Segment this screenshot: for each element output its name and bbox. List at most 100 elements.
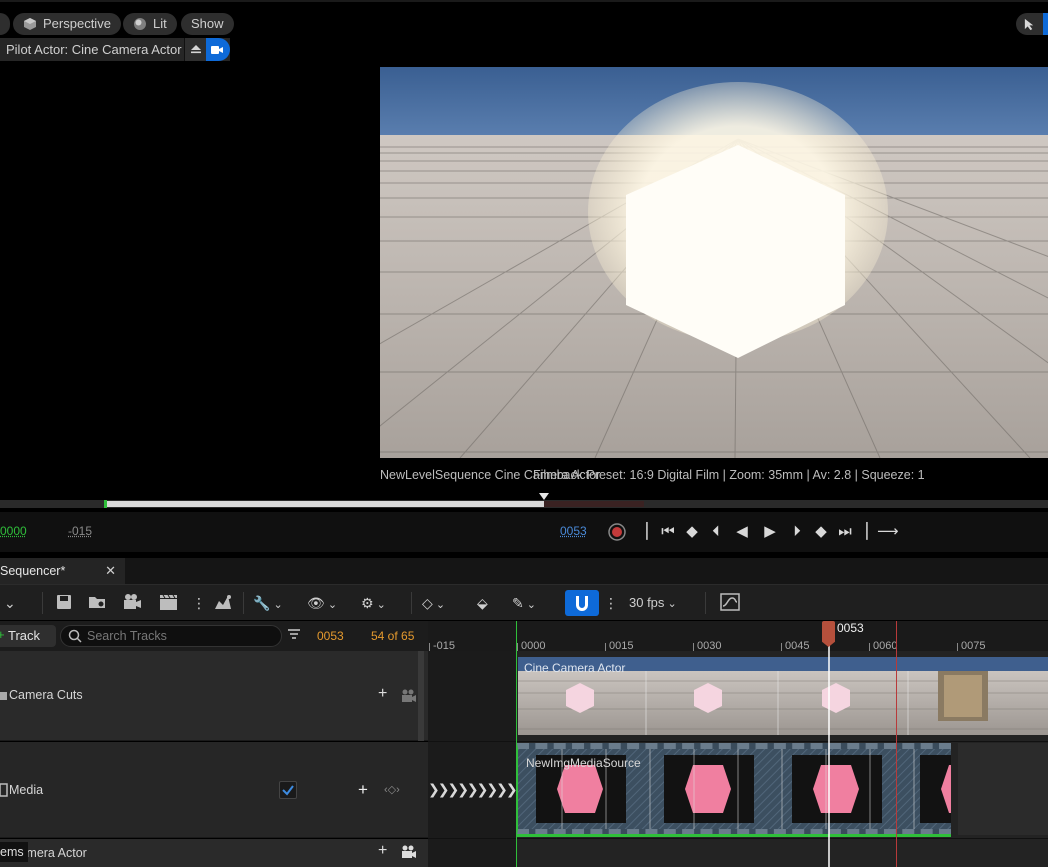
current-frame-readout[interactable]: 0053: [317, 629, 344, 643]
ruler-tick: [605, 643, 606, 651]
create-camera-button[interactable]: [122, 593, 142, 613]
step-back-icon: ⏴: [712, 523, 720, 540]
camera-cut-section-label: Cine Camera Actor: [524, 661, 626, 675]
next-key-icon: ⏭: [838, 523, 852, 540]
track-panel-scrollbar[interactable]: [418, 651, 424, 741]
sequencer-tab-strip: Sequencer* ✕: [0, 558, 1048, 584]
playback-options-button[interactable]: ⚙ ⌄: [361, 593, 386, 613]
add-track-label: Track: [8, 628, 41, 643]
show-button[interactable]: Show: [181, 13, 234, 35]
step-back-button[interactable]: ⏴: [706, 522, 726, 542]
eject-pilot-button[interactable]: [184, 38, 206, 61]
snapping-toggle[interactable]: [565, 590, 599, 616]
pre-roll-region: [428, 651, 516, 867]
add-track-button[interactable]: + Track: [0, 625, 56, 647]
actions-menu-button[interactable]: 🔧 ⌄: [253, 593, 283, 613]
camera-cuts-icon: [0, 692, 7, 700]
timeline-scrub-bar[interactable]: [0, 493, 1048, 508]
post-section-region: [958, 743, 1048, 835]
tab-sequencer[interactable]: Sequencer* ✕: [0, 558, 125, 584]
playhead-handle[interactable]: [822, 621, 835, 647]
ruler-tick: [693, 643, 694, 651]
edit-mode-button[interactable]: ✎ ⌄: [512, 593, 536, 613]
step-forward-icon: ⏵: [793, 523, 801, 540]
auto-key-button[interactable]: ⬙: [477, 593, 488, 613]
lit-button[interactable]: Lit: [123, 13, 177, 35]
pilot-actor-label: Pilot Actor: Cine Camera Actor: [6, 42, 182, 57]
loop-button[interactable]: ⟶: [877, 522, 899, 542]
items-label: ems: [0, 845, 24, 859]
loop-icon: ⟶: [877, 523, 899, 540]
track-row-camera-cuts[interactable]: Camera Cuts +: [0, 651, 428, 741]
camera-icon[interactable]: [401, 845, 417, 859]
lit-label: Lit: [153, 16, 167, 31]
camera-viewport[interactable]: [380, 67, 1048, 458]
toolbar-separator: [42, 592, 43, 614]
media-enable-checkbox[interactable]: [279, 781, 297, 799]
record-button[interactable]: [607, 522, 627, 542]
previous-keyframe-button[interactable]: ◆: [682, 522, 702, 542]
viewport-menu-button[interactable]: [0, 13, 10, 35]
toolbar-menu-chevron-icon[interactable]: ⌄: [4, 593, 16, 613]
curve-editor-button[interactable]: [720, 593, 740, 613]
frame-rate-dropdown[interactable]: 30 fps ⌄: [629, 593, 677, 613]
track-search-box: [60, 625, 282, 647]
key-auto-icon: ⬙: [477, 595, 488, 611]
scrub-handle-icon[interactable]: [539, 493, 549, 501]
timeline-area[interactable]: Cine Camera Actor ❯❯❯❯❯❯❯❯❯❯ NewImgMedia…: [428, 651, 1048, 867]
filmback-info-overlay: Filmback Preset: 16:9 Digital Film | Zoo…: [533, 468, 925, 482]
frame-rate-label: 30 fps: [629, 595, 665, 610]
media-section-label: NewImgMediaSource: [526, 756, 641, 770]
previous-key-button[interactable]: ⏮: [658, 522, 678, 542]
jump-start-icon: ⎮: [643, 523, 651, 540]
step-forward-button[interactable]: ⏵: [787, 522, 807, 542]
play-reverse-button[interactable]: ◀: [732, 522, 752, 542]
show-label: Show: [191, 16, 224, 31]
search-tracks-input[interactable]: [87, 628, 277, 644]
snap-options-icon[interactable]: ⋮: [604, 593, 618, 613]
dropdown-chevron-icon: ⌄: [523, 599, 537, 611]
cube-icon: [24, 18, 36, 30]
track-row-cine-camera-actor[interactable]: e Camera Actor +: [0, 839, 428, 867]
pencil-icon: ✎: [512, 595, 524, 611]
close-tab-icon[interactable]: ✕: [105, 558, 116, 584]
track-row-media[interactable]: Media + ‹◇›: [0, 742, 428, 838]
key-navigation-icon[interactable]: ‹◇›: [384, 783, 400, 796]
playback-end-marker[interactable]: [896, 621, 897, 867]
select-mode-button[interactable]: [1016, 13, 1048, 35]
save-icon: [57, 595, 71, 609]
start-time[interactable]: 0000: [0, 524, 27, 538]
play-reverse-icon: ◀: [736, 523, 748, 540]
pilot-camera-toggle[interactable]: [206, 38, 230, 61]
jump-to-start-button[interactable]: ⎮: [637, 522, 657, 542]
current-time[interactable]: 0053: [560, 524, 587, 538]
render-movie-button[interactable]: [159, 593, 179, 613]
add-property-icon[interactable]: +: [378, 842, 387, 860]
dropdown-chevron-icon: ⌄: [664, 598, 677, 610]
key-options-button[interactable]: ◇ ⌄: [422, 593, 445, 613]
more-options-icon[interactable]: ⋮: [192, 593, 206, 613]
ruler-tick: [781, 643, 782, 651]
playback-start-marker[interactable]: [516, 621, 517, 867]
add-media-section-icon[interactable]: +: [358, 780, 368, 800]
perspective-label: Perspective: [43, 16, 111, 31]
play-button[interactable]: ▶: [760, 522, 780, 542]
add-camera-cut-icon[interactable]: +: [378, 685, 387, 703]
next-key-button[interactable]: ⏭: [835, 522, 855, 542]
next-keyframe-button[interactable]: ◆: [811, 522, 831, 542]
media-section-range-bar: [517, 834, 951, 837]
toolbar-separator: [243, 592, 244, 614]
offset-time[interactable]: -015: [68, 524, 92, 538]
gear-icon: ⚙: [361, 595, 374, 611]
jump-to-end-button[interactable]: ⎮: [857, 522, 877, 542]
camera-shake-button[interactable]: [213, 593, 233, 613]
time-ruler[interactable]: -015 0000 0015 0030 0045 0060 0075: [428, 621, 1048, 652]
ruler-tick: [869, 643, 870, 651]
save-sequence-button[interactable]: [55, 593, 73, 613]
perspective-button[interactable]: Perspective: [13, 13, 121, 35]
camera-lock-icon[interactable]: [401, 689, 417, 703]
filter-tracks-button[interactable]: [287, 628, 301, 645]
playhead-line[interactable]: [828, 621, 830, 867]
find-in-browser-button[interactable]: [88, 593, 108, 613]
view-options-button[interactable]: 👁 ⌄: [307, 593, 337, 613]
